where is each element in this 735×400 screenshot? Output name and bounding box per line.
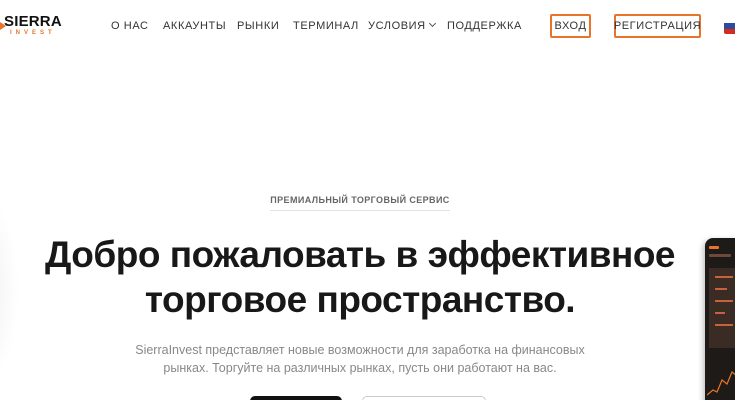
hero-eyebrow: ПРЕМИАЛЬНЫЙ ТОРГОВЫЙ СЕРВИС (0, 195, 720, 211)
mockup-header-bar (709, 246, 719, 249)
login-button[interactable]: ВХОД (550, 14, 591, 38)
mockup-panel-line (715, 300, 733, 302)
chevron-down-icon (428, 19, 436, 28)
sierra-invest-logo[interactable]: SIERRA INVEST (0, 14, 72, 38)
russian-flag-icon[interactable] (724, 18, 735, 34)
register-button[interactable]: РЕГИСТРАЦИЯ (614, 14, 701, 38)
mockup-panel (709, 268, 735, 348)
hero-title-line-2: торговое пространство. (144, 279, 576, 320)
logo-wordmark: SIERRA (4, 13, 62, 30)
hero-subtitle-line-1: SierraInvest представляет новые возможно… (135, 343, 585, 357)
nav-item-conditions[interactable]: УСЛОВИЯ (368, 19, 436, 33)
mockup-header-bar (709, 254, 731, 257)
logo-subword: INVEST (10, 30, 56, 36)
nav-item-markets[interactable]: РЫНКИ (237, 19, 279, 33)
hero-subtitle-line-2: рынках. Торгуйте на различных рынках, пу… (163, 361, 557, 375)
nav-item-support[interactable]: ПОДДЕРЖКА (447, 19, 522, 33)
nav-item-about[interactable]: О НАС (111, 19, 149, 33)
nav-item-terminal[interactable]: ТЕРМИНАЛ (293, 19, 359, 33)
nav-item-accounts[interactable]: АККАУНТЫ (163, 19, 226, 33)
trading-app-mockup (705, 238, 735, 400)
mockup-panel-line (715, 288, 727, 290)
nav-item-conditions-label: УСЛОВИЯ (368, 20, 426, 32)
hero-title-line-1: Добро пожаловать в эффективное (44, 234, 676, 275)
mockup-chart (707, 371, 735, 396)
hero-title: Добро пожаловать в эффективное торговое … (0, 232, 720, 322)
mockup-panel-line (715, 276, 733, 278)
secondary-cta-button[interactable] (362, 396, 486, 400)
mockup-panel-line (715, 312, 725, 314)
hero-eyebrow-text: ПРЕМИАЛЬНЫЙ ТОРГОВЫЙ СЕРВИС (270, 195, 450, 211)
hero-subtitle: SierraInvest представляет новые возможно… (0, 341, 720, 377)
site-header: SIERRA INVEST О НАС АККАУНТЫ РЫНКИ ТЕРМИ… (0, 0, 735, 52)
primary-cta-button[interactable] (250, 396, 342, 400)
mockup-panel-line (715, 324, 733, 326)
